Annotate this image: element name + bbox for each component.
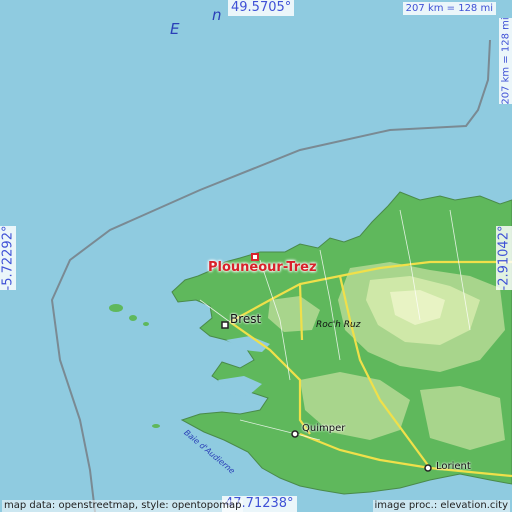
map-view[interactable]: E n Plouneour-Trez Brest Roc'h Ruz Quimp…: [0, 0, 512, 512]
scale-label-right: 207 km = 128 mi: [499, 17, 512, 105]
island-sein: [152, 424, 160, 428]
quimper-label[interactable]: Quimper: [302, 423, 345, 434]
right-longitude-label: -2.91042°: [496, 225, 512, 291]
lorient-label[interactable]: Lorient: [436, 461, 471, 472]
left-longitude-label: -5.72292°: [0, 225, 16, 291]
top-latitude-label: 49.5705°: [228, 0, 295, 16]
marker-brest: [221, 321, 229, 329]
sea-label-n: n: [212, 6, 222, 24]
island-small: [143, 322, 149, 326]
scale-label-top: 207 km = 128 mi: [402, 2, 496, 15]
map-canvas: [50, 39, 512, 512]
sea-label-e: E: [170, 20, 180, 38]
island-molene: [129, 315, 137, 321]
island-ushant: [109, 304, 123, 312]
brest-label[interactable]: Brest: [230, 312, 261, 326]
roc-h-ruz-label: Roc'h Ruz: [316, 320, 361, 330]
marker-lorient: [424, 464, 432, 472]
map-credit-right: image proc.: elevation.city: [372, 500, 510, 512]
map-credit-left: map data: openstreetmap, style: opentopo…: [2, 500, 244, 512]
main-place-label[interactable]: Plouneour-Trez: [208, 260, 317, 275]
marker-quimper: [291, 430, 299, 438]
